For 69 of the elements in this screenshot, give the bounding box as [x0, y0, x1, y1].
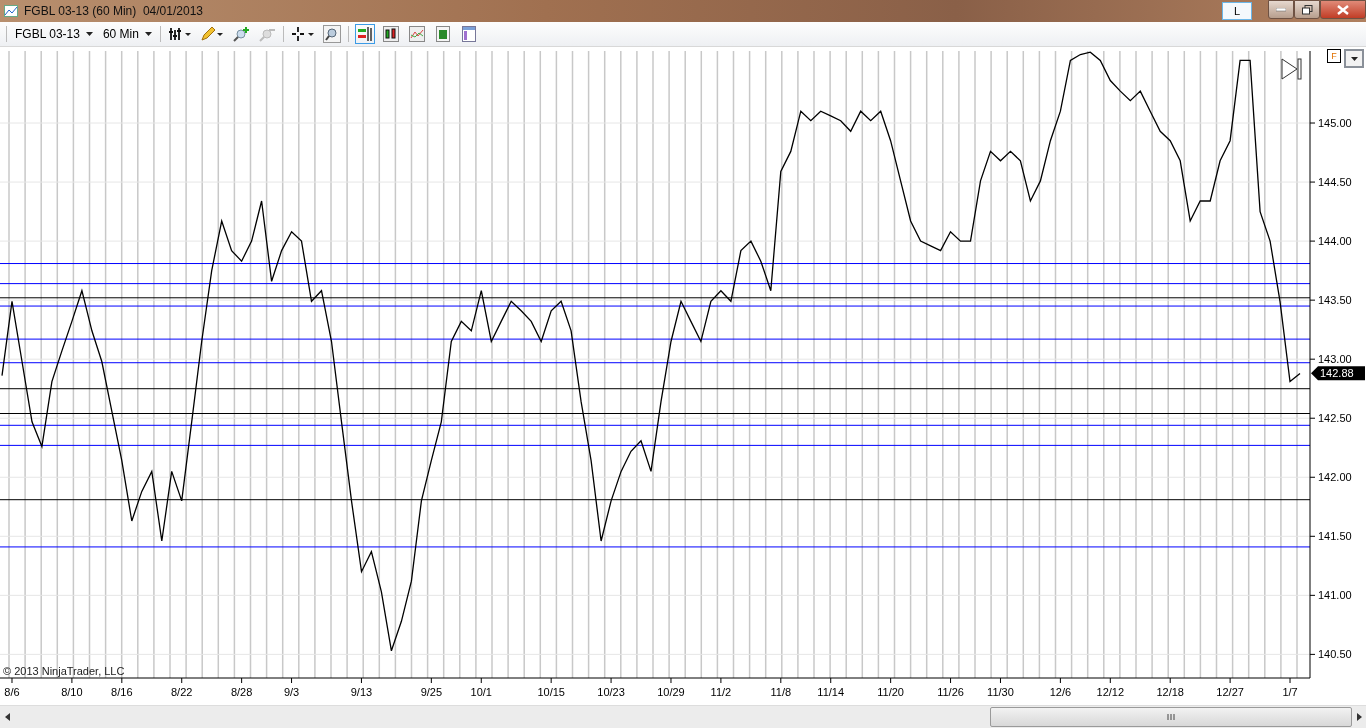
horizontal-line[interactable]: [0, 297, 1311, 299]
horizontal-line[interactable]: [0, 388, 1311, 390]
interval-dropdown[interactable]: 60 Min: [100, 27, 154, 41]
price-axis-label: 143.00: [1318, 353, 1352, 366]
date-axis-label: 11/8: [770, 686, 792, 698]
horizontal-line[interactable]: [0, 499, 1311, 501]
date-axis-label: 10/1: [470, 686, 492, 698]
bar-chart-icon[interactable]: [354, 24, 375, 44]
minimize-button[interactable]: [1268, 0, 1294, 19]
price-axis-label: 142.50: [1318, 412, 1352, 425]
date-axis-label: 8/22: [171, 686, 193, 698]
last-price-label: 142.88: [1311, 366, 1365, 381]
restore-icon: [1301, 4, 1313, 15]
search-icon[interactable]: [321, 24, 342, 44]
date-axis-label: 9/3: [283, 686, 300, 698]
price-axis-label: 142.00: [1318, 471, 1352, 484]
pencil-icon[interactable]: [198, 24, 225, 44]
instrument-dropdown[interactable]: FGBL 03-13: [13, 27, 95, 41]
price-axis-label: 144.00: [1318, 235, 1352, 248]
date-axis-label: 8/28: [230, 686, 253, 698]
caret-icon: [1350, 56, 1358, 61]
caret-icon: [85, 32, 93, 36]
price-axis-label: 144.50: [1318, 176, 1352, 189]
date-axis-label: 9/13: [350, 686, 373, 698]
scroll-thumb[interactable]: [990, 707, 1352, 727]
left-arrow-icon: [4, 713, 10, 721]
date-axis-label: 1/7: [1282, 686, 1298, 698]
date-axis-label: 11/30: [987, 686, 1014, 698]
date-axis-label: 9/25: [420, 686, 443, 698]
date-axis-label: 10/23: [597, 686, 625, 698]
date-axis-label: 11/14: [817, 686, 845, 698]
date-axis-label: 12/27: [1216, 686, 1244, 698]
right-arrow-icon: [1356, 713, 1362, 721]
date-axis-label: 12/6: [1049, 686, 1072, 698]
minimize-icon: [1276, 7, 1286, 12]
date-axis-label: 11/26: [937, 686, 964, 698]
copyright-text: © 2013 NinjaTrader, LLC: [3, 665, 125, 677]
window-title: FGBL 03-13 (60 Min) 04/01/2013: [24, 4, 203, 18]
horizontal-line[interactable]: [0, 424, 1311, 426]
close-icon: [1337, 4, 1349, 15]
date-axis-label: 10/15: [537, 686, 565, 698]
horizontal-line[interactable]: [0, 444, 1311, 446]
price-axis-label: 143.50: [1318, 294, 1352, 307]
horizontal-line[interactable]: [0, 362, 1311, 364]
date-axis-label: 11/2: [710, 686, 732, 698]
date-axis-label: 12/12: [1096, 686, 1125, 698]
crosshair-icon[interactable]: [289, 24, 316, 44]
price-axis-label: 141.00: [1318, 589, 1352, 602]
price-axis-label: 141.50: [1318, 530, 1352, 543]
date-axis-label: 10/29: [657, 686, 685, 698]
date-axis-label: 8/10: [61, 686, 83, 698]
caret-icon: [144, 32, 152, 36]
date-axis-label: 12/18: [1156, 686, 1184, 698]
line-chart-icon[interactable]: [406, 24, 427, 44]
maximize-button[interactable]: [1294, 0, 1320, 19]
date-axis-label: 8/6: [4, 686, 20, 698]
chart-menu-button[interactable]: [1344, 49, 1364, 68]
horizontal-line[interactable]: [0, 283, 1311, 285]
price-axis-label: 145.00: [1318, 117, 1352, 130]
flag-label: F: [1327, 49, 1341, 63]
chart-icon: [4, 5, 18, 17]
date-axis-label: 11/20: [877, 686, 904, 698]
close-button[interactable]: [1320, 0, 1366, 19]
price-axis-label: 140.50: [1318, 648, 1352, 661]
scroll-to-end-icon[interactable]: [1281, 58, 1302, 80]
link-button[interactable]: L: [1222, 2, 1252, 20]
horizontal-line[interactable]: [0, 263, 1311, 265]
date-axis-label: 8/16: [111, 686, 133, 698]
candlestick-icon[interactable]: [380, 24, 401, 44]
